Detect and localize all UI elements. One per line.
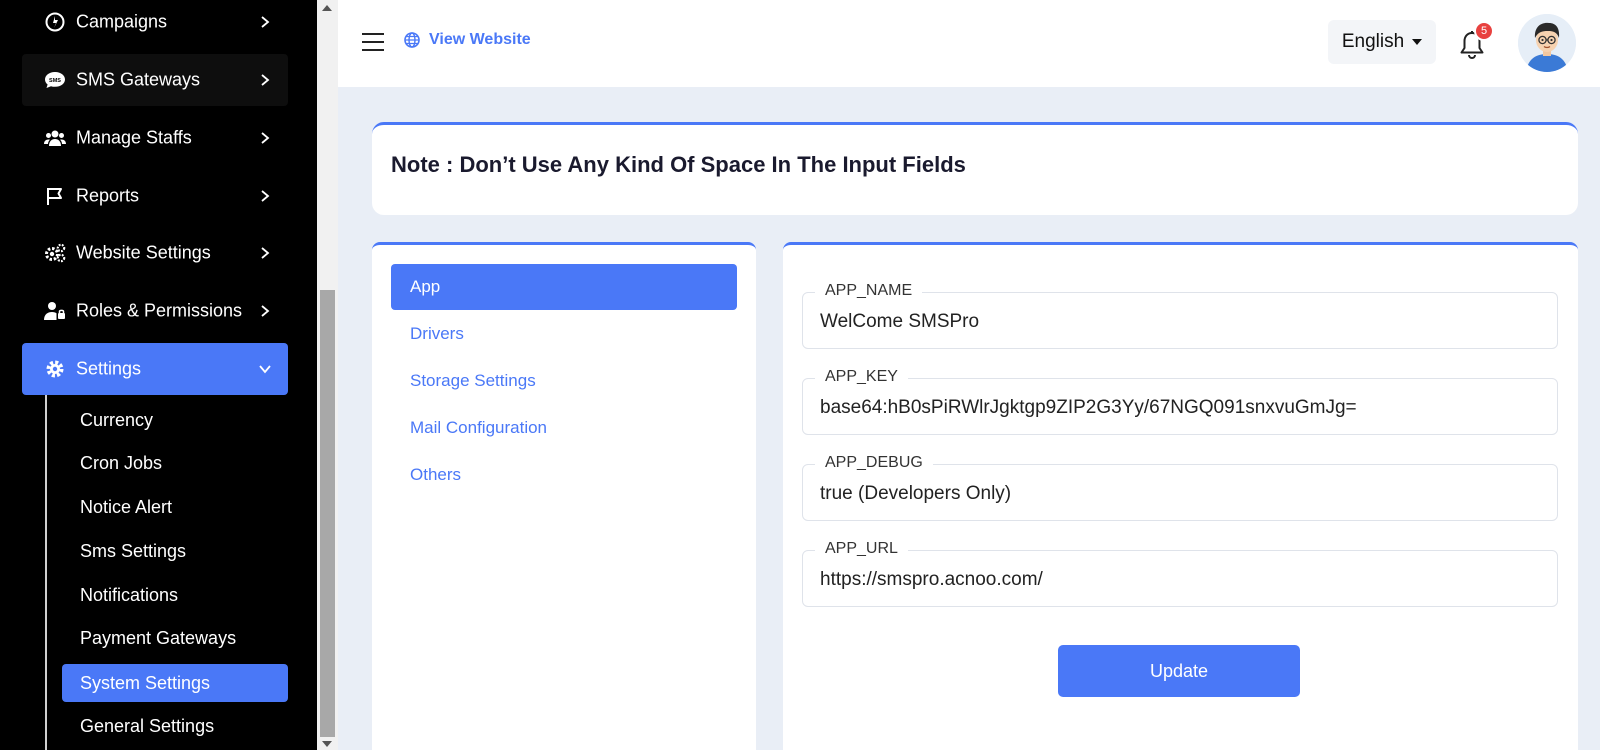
tab-drivers[interactable]: Drivers [391, 311, 737, 357]
app-name-field: APP_NAME WelCome SMSPro [802, 282, 1558, 349]
chevron-right-icon [261, 247, 270, 259]
sidebar-item-campaigns[interactable]: Campaigns [22, 0, 288, 48]
submenu-divider [45, 395, 47, 750]
scroll-thumb[interactable] [320, 290, 335, 737]
sidebar-item-label: Roles & Permissions [76, 300, 243, 321]
sidebar-item-label: Reports [76, 185, 140, 206]
app-settings-form: APP_NAME WelCome SMSPro APP_KEY base64:h… [783, 242, 1578, 750]
sidebar-item-roles-permissions[interactable]: Roles & Permissions [22, 285, 288, 337]
sidebar-subitem-notifications[interactable]: Notifications [62, 576, 288, 614]
app-debug-label: APP_DEBUG [815, 454, 933, 472]
gears-icon [44, 242, 66, 264]
sidebar-subitem-general-settings[interactable]: General Settings [62, 707, 288, 745]
sidebar-item-label: Website Settings [76, 242, 211, 263]
app-debug-select[interactable]: true (Developers Only) [820, 483, 1540, 505]
gear-icon [44, 358, 66, 380]
app-url-input[interactable]: https://smspro.acnoo.com/ [820, 569, 1540, 591]
sidebar-subitem-system-settings[interactable]: System Settings [62, 664, 288, 702]
tab-others[interactable]: Others [391, 452, 737, 498]
top-header: View Website English 5 [338, 0, 1600, 87]
settings-tabs-panel: App Drivers Storage Settings Mail Config… [372, 242, 756, 750]
app-key-field: APP_KEY base64:hB0sPiRWlrJgktgp9ZIP2G3Yy… [802, 368, 1558, 435]
tab-app[interactable]: App [391, 264, 737, 310]
sidebar-item-label: Settings [76, 358, 142, 379]
chevron-down-icon [259, 365, 271, 374]
sidebar-subitem-payment-gateways[interactable]: Payment Gateways [62, 619, 288, 657]
app-url-field: APP_URL https://smspro.acnoo.com/ [802, 540, 1558, 607]
caret-down-icon [1412, 39, 1423, 45]
users-icon [44, 127, 66, 149]
sidebar: Campaigns SMS SMS Gateways Manage Staffs… [0, 0, 317, 750]
language-label: English [1341, 31, 1405, 52]
app-name-label: APP_NAME [815, 282, 923, 300]
sidebar-subitem-currency[interactable]: Currency [62, 401, 288, 439]
sidebar-item-sms-gateways[interactable]: SMS SMS Gateways [22, 54, 288, 106]
menu-toggle-icon[interactable] [362, 32, 384, 52]
sidebar-item-manage-staffs[interactable]: Manage Staffs [22, 112, 288, 164]
language-selector[interactable]: English [1328, 20, 1436, 64]
scroll-down-arrow-icon[interactable] [322, 741, 332, 747]
scroll-up-arrow-icon[interactable] [322, 5, 332, 11]
tab-storage-settings[interactable]: Storage Settings [391, 358, 737, 404]
sidebar-item-settings[interactable]: Settings [22, 343, 288, 395]
note-card: Note : Don’t Use Any Kind Of Space In Th… [372, 122, 1578, 215]
sidebar-item-label: Manage Staffs [76, 127, 192, 148]
campaign-icon [44, 11, 66, 33]
chevron-right-icon [261, 16, 270, 28]
user-avatar[interactable] [1518, 14, 1576, 72]
sidebar-subitem-cron-jobs[interactable]: Cron Jobs [62, 444, 288, 482]
app-debug-field: APP_DEBUG true (Developers Only) [802, 454, 1558, 521]
sidebar-subitem-notice-alert[interactable]: Notice Alert [62, 488, 288, 526]
sms-icon: SMS [44, 69, 66, 91]
sidebar-item-reports[interactable]: Reports [22, 170, 288, 222]
notification-badge: 5 [1474, 21, 1494, 41]
sidebar-item-website-settings[interactable]: Website Settings [22, 227, 288, 279]
chevron-right-icon [261, 132, 270, 144]
app-url-label: APP_URL [815, 540, 908, 558]
update-button[interactable]: Update [1058, 645, 1300, 697]
chevron-right-icon [261, 305, 270, 317]
chevron-right-icon [261, 74, 270, 86]
chevron-right-icon [261, 190, 270, 202]
app-key-input[interactable]: base64:hB0sPiRWlrJgktgp9ZIP2G3Yy/67NGQ09… [820, 397, 1540, 419]
flag-icon [44, 185, 66, 207]
sidebar-scrollbar[interactable] [317, 0, 338, 750]
globe-icon [404, 32, 420, 48]
tab-mail-configuration[interactable]: Mail Configuration [391, 405, 737, 451]
sidebar-item-label: Campaigns [76, 11, 168, 32]
user-lock-icon [44, 300, 66, 322]
sidebar-subitem-sms-settings[interactable]: Sms Settings [62, 532, 288, 570]
sidebar-item-label: SMS Gateways [76, 69, 201, 90]
note-heading: Note : Don’t Use Any Kind Of Space In Th… [391, 152, 966, 177]
svg-text:SMS: SMS [49, 78, 61, 84]
view-website-label: View Website [429, 31, 531, 48]
view-website-link[interactable]: View Website [404, 31, 531, 49]
app-key-label: APP_KEY [815, 368, 908, 386]
app-name-input[interactable]: WelCome SMSPro [820, 311, 1540, 333]
